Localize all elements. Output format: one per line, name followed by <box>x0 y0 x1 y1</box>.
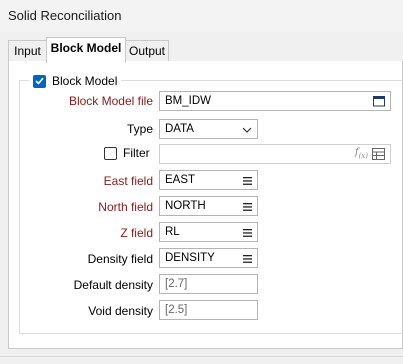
filter-input[interactable]: f(x) <box>159 144 391 164</box>
block-model-checkbox[interactable] <box>33 74 46 88</box>
east-field-value: EAST <box>165 174 196 186</box>
east-field-label: East field <box>103 174 153 188</box>
void-density-input[interactable]: [2.5] <box>159 300 258 320</box>
list-icon[interactable] <box>243 202 252 214</box>
title-bar: Solid Reconciliation <box>0 0 403 32</box>
filter-toggle[interactable]: Filter <box>104 146 150 160</box>
list-icon[interactable] <box>243 176 252 188</box>
z-field-value: RL <box>165 226 180 238</box>
list-icon[interactable] <box>243 254 252 266</box>
checkmark-icon <box>35 77 44 85</box>
calendar-file-icon[interactable] <box>373 95 385 110</box>
type-select[interactable]: DATA <box>159 119 258 139</box>
density-field-input[interactable]: DENSITY <box>159 248 258 268</box>
tab-input[interactable]: Input <box>8 40 47 61</box>
block-model-checkbox-label: Block Model <box>52 74 118 88</box>
void-density-label: Void density <box>88 304 153 318</box>
density-field-value: DENSITY <box>165 252 215 264</box>
window-title: Solid Reconciliation <box>8 8 122 23</box>
default-density-label: Default density <box>73 278 153 292</box>
divider <box>0 356 403 357</box>
north-field-input[interactable]: NORTH <box>159 196 258 216</box>
north-field-value: NORTH <box>165 200 206 212</box>
block-model-file-value: BM_IDW <box>165 95 211 107</box>
z-field-input[interactable]: RL <box>159 222 258 242</box>
type-label: Type <box>126 122 153 136</box>
default-density-input[interactable]: [2.7] <box>159 274 258 294</box>
table-icon[interactable] <box>372 148 385 163</box>
block-model-file-label: Block Model file <box>68 94 153 108</box>
block-model-group-header[interactable]: Block Model <box>29 72 122 90</box>
chevron-down-icon <box>242 125 252 137</box>
north-field-label: North field <box>98 200 153 214</box>
fx-icon[interactable]: f(x) <box>355 147 368 160</box>
filter-label: Filter <box>123 146 150 160</box>
tab-output[interactable]: Output <box>125 40 169 61</box>
block-model-file-input[interactable]: BM_IDW <box>159 91 391 111</box>
density-field-label: Density field <box>87 252 153 266</box>
tab-block-model[interactable]: Block Model <box>46 37 126 63</box>
default-density-value: [2.7] <box>165 278 188 290</box>
east-field-input[interactable]: EAST <box>159 170 258 190</box>
z-field-label: Z field <box>120 226 153 240</box>
list-icon[interactable] <box>243 228 252 240</box>
type-value: DATA <box>165 123 194 135</box>
filter-checkbox[interactable] <box>104 146 117 160</box>
void-density-value: [2.5] <box>165 304 188 316</box>
